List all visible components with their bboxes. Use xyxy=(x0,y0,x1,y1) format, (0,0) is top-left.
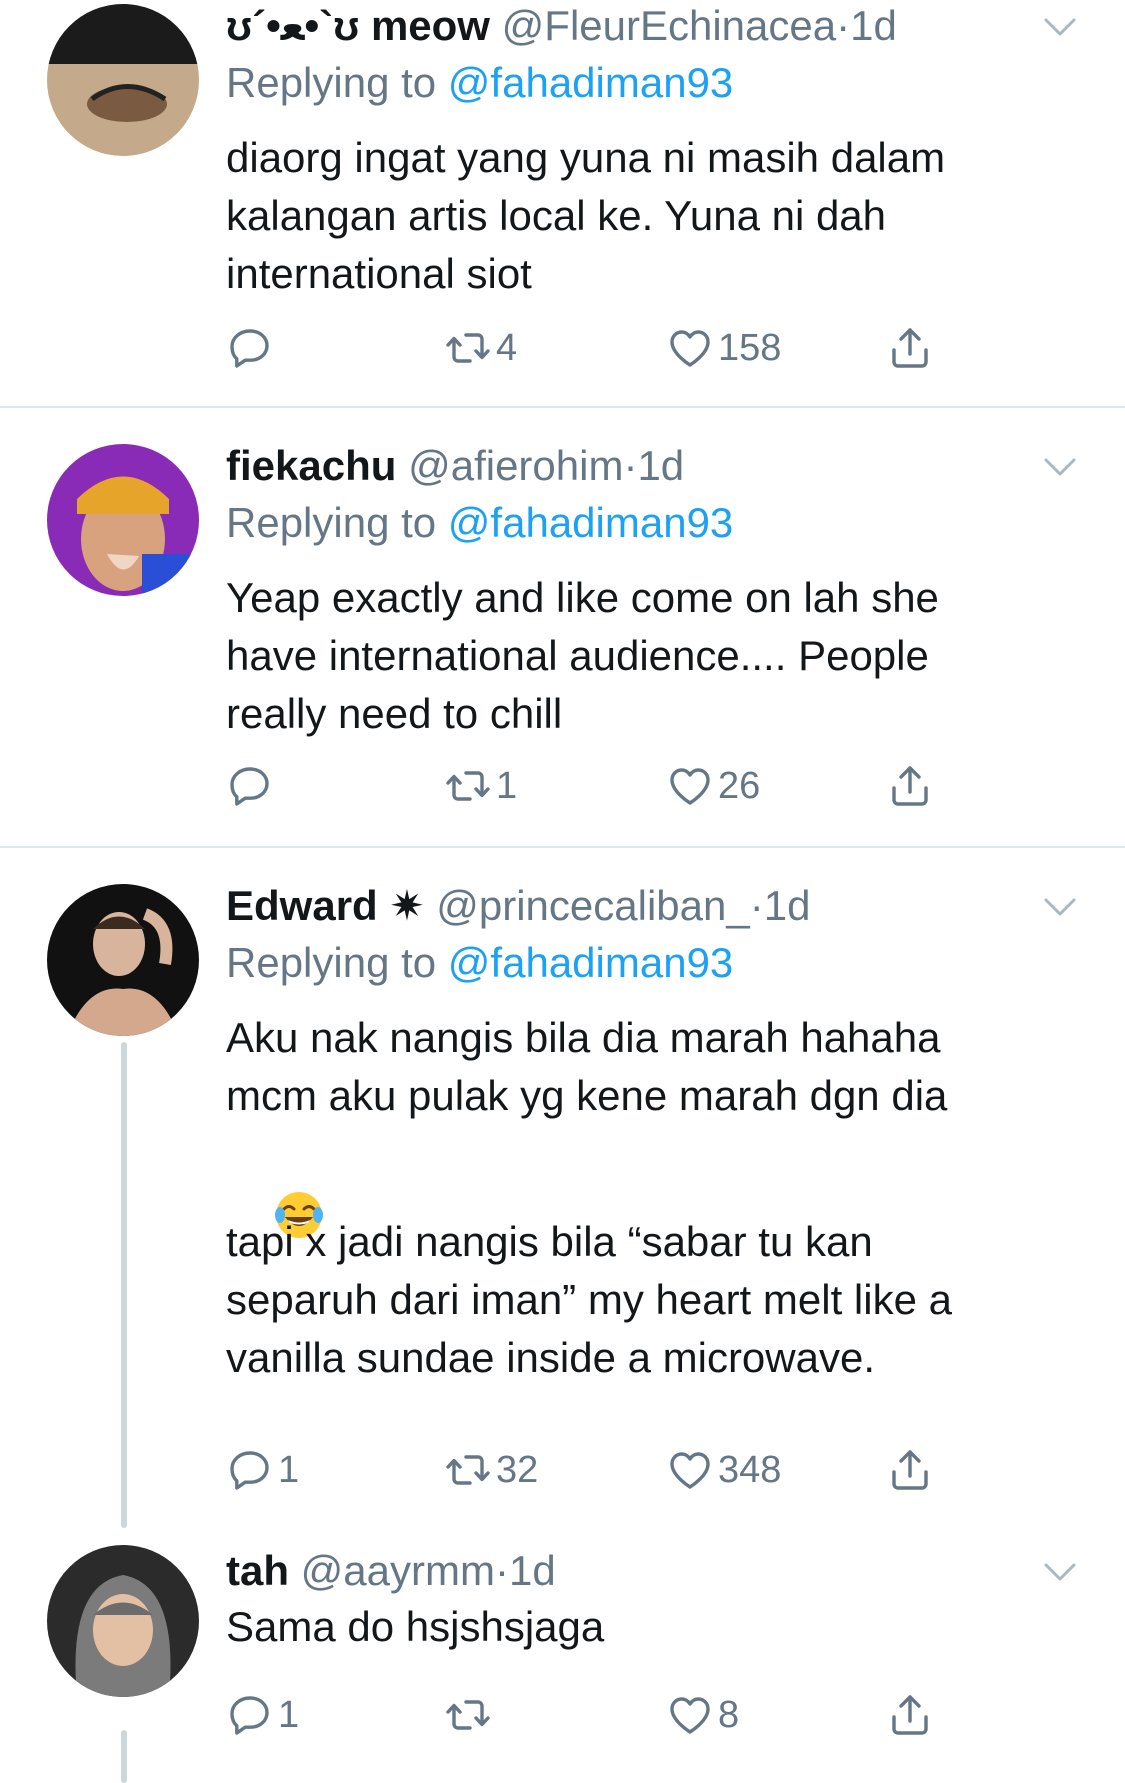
tweet-text-part-1: Aku nak nangis bila dia marah hahaha mcm… xyxy=(226,1014,948,1119)
like-button[interactable]: 158 xyxy=(666,320,781,376)
retweet-icon xyxy=(444,324,492,372)
reply-icon xyxy=(226,324,274,372)
share-button[interactable] xyxy=(886,758,934,814)
separator-dot: · xyxy=(623,442,638,489)
replying-to-line: Replying to @fahadiman93 xyxy=(226,57,733,109)
heart-icon xyxy=(666,324,714,372)
replying-to-link[interactable]: @fahadiman93 xyxy=(448,499,734,546)
share-button[interactable] xyxy=(886,1687,934,1743)
thread-connector-line xyxy=(121,1042,127,1528)
reply-icon xyxy=(226,762,274,810)
timestamp[interactable]: 1d xyxy=(509,1547,556,1594)
retweet-count: 4 xyxy=(496,326,518,369)
tweet-text: Yeap exactly and like come on lah she ha… xyxy=(226,574,939,737)
retweet-button[interactable]: 1 xyxy=(444,758,517,814)
replying-to-label: Replying to xyxy=(226,59,437,106)
reply-count: 1 xyxy=(278,1448,300,1491)
replying-to-line: Replying to @fahadiman93 xyxy=(226,497,733,549)
thread-connector-line xyxy=(121,1730,127,1783)
username-handle[interactable]: @aayrmm xyxy=(301,1547,495,1594)
reply-icon xyxy=(226,1446,274,1494)
reply-button[interactable] xyxy=(226,758,278,814)
replying-to-link[interactable]: @fahadiman93 xyxy=(448,939,734,986)
tweet-text-part-2: tapi x jadi nangis bila “sabar tu kan se… xyxy=(226,1218,952,1381)
timestamp[interactable]: 1d xyxy=(764,882,811,929)
like-button[interactable]: 26 xyxy=(666,758,760,814)
tweet-emoji-line xyxy=(226,1125,1046,1238)
like-count: 8 xyxy=(718,1693,740,1736)
like-count: 158 xyxy=(718,326,782,369)
avatar[interactable] xyxy=(47,1545,199,1697)
retweet-icon xyxy=(444,1446,492,1494)
chevron-down-icon[interactable] xyxy=(1040,892,1080,922)
username-handle[interactable]: @princecaliban_ xyxy=(436,882,749,929)
retweet-button[interactable]: 32 xyxy=(444,1442,538,1498)
share-button[interactable] xyxy=(886,1442,934,1498)
separator-dot: · xyxy=(836,2,851,49)
retweet-button[interactable] xyxy=(444,1687,496,1743)
chevron-down-icon[interactable] xyxy=(1040,12,1080,42)
separator-dot: · xyxy=(749,882,764,929)
retweet-icon xyxy=(444,762,492,810)
like-count: 348 xyxy=(718,1448,782,1491)
share-icon xyxy=(886,1691,934,1739)
share-icon xyxy=(886,1446,934,1494)
timestamp[interactable]: 1d xyxy=(637,442,684,489)
tweet-text: diaorg ingat yang yuna ni masih dalam ka… xyxy=(226,134,946,297)
share-icon xyxy=(886,324,934,372)
reply-button[interactable]: 1 xyxy=(226,1687,299,1743)
reply-icon xyxy=(226,1691,274,1739)
heart-icon xyxy=(666,1691,714,1739)
share-icon xyxy=(886,762,934,810)
retweet-button[interactable]: 4 xyxy=(444,320,517,376)
retweet-count: 1 xyxy=(496,764,518,807)
chevron-down-icon[interactable] xyxy=(1040,1557,1080,1587)
like-button[interactable]: 348 xyxy=(666,1442,781,1498)
username-handle[interactable]: @afierohim xyxy=(408,442,623,489)
retweet-count: 32 xyxy=(496,1448,539,1491)
divider xyxy=(0,406,1125,408)
divider xyxy=(0,846,1125,848)
replying-to-label: Replying to xyxy=(226,499,437,546)
replying-to-link[interactable]: @fahadiman93 xyxy=(448,59,734,106)
avatar[interactable] xyxy=(47,4,199,156)
tweet-text: Sama do hsjshsjaga xyxy=(226,1603,605,1650)
reply-button[interactable] xyxy=(226,320,278,376)
reply-button[interactable]: 1 xyxy=(226,1442,299,1498)
share-button[interactable] xyxy=(886,320,934,376)
like-button[interactable]: 8 xyxy=(666,1687,739,1743)
display-name[interactable]: tah xyxy=(226,1547,289,1594)
action-bar: 1 8 xyxy=(226,1687,1046,1743)
display-name[interactable]: ʊ´•ﻌ•`ʊ meow xyxy=(226,2,490,49)
display-name[interactable]: fiekachu xyxy=(226,442,396,489)
avatar[interactable] xyxy=(47,444,199,596)
chevron-down-icon[interactable] xyxy=(1040,452,1080,482)
action-bar: 4 158 xyxy=(226,320,1046,376)
separator-dot: · xyxy=(494,1547,509,1594)
action-bar: 1 26 xyxy=(226,758,1046,814)
action-bar: 1 32 348 xyxy=(226,1442,1046,1498)
display-name[interactable]: Edward ✷ xyxy=(226,882,425,929)
retweet-icon xyxy=(444,1691,492,1739)
like-count: 26 xyxy=(718,764,761,807)
heart-icon xyxy=(666,1446,714,1494)
replying-to-line: Replying to @fahadiman93 xyxy=(226,937,733,989)
username-handle[interactable]: @FleurEchinacea xyxy=(502,2,836,49)
avatar[interactable] xyxy=(47,884,199,1036)
heart-icon xyxy=(666,762,714,810)
reply-count: 1 xyxy=(278,1693,300,1736)
timestamp[interactable]: 1d xyxy=(850,2,897,49)
replying-to-label: Replying to xyxy=(226,939,437,986)
